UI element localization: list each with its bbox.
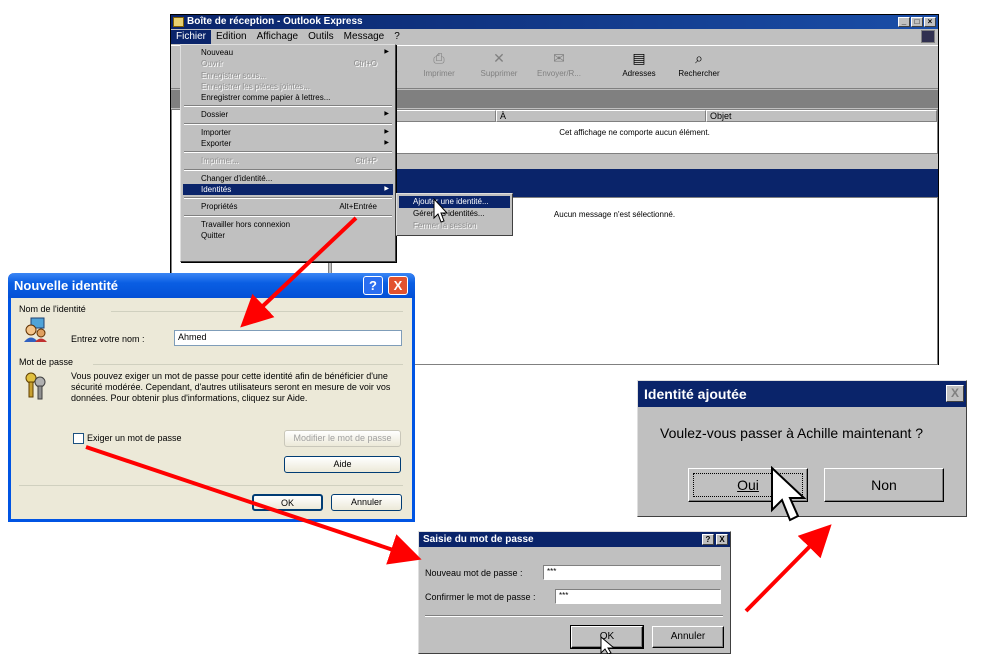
menu-item-fermer-session[interactable]: Fermer la session	[399, 220, 510, 232]
file-menu: Nouveau ▶ Ouvrir Ctrl+O Enregistrer sous..…	[180, 44, 396, 262]
menu-affichage[interactable]: Affichage	[252, 30, 304, 44]
menu-item-identites[interactable]: Identités ▶	[183, 183, 393, 196]
no-button[interactable]: Non	[824, 468, 944, 502]
menu-item-ouvrir[interactable]: Ouvrir Ctrl+O	[183, 58, 393, 69]
menu-message[interactable]: Message	[339, 30, 390, 44]
close-icon[interactable]: X	[716, 534, 728, 545]
arrow-password-to-identity-added	[744, 524, 832, 613]
require-password-checkbox[interactable]	[73, 433, 84, 444]
modify-password-button[interactable]: Modifier le mot de passe	[284, 430, 401, 447]
outlook-window-title: Boîte de réception - Outlook Express	[187, 16, 363, 27]
dialog-divider	[425, 615, 723, 617]
send-receive-button[interactable]: ✉ Envoyer/R...	[529, 50, 589, 78]
outlook-app-icon	[173, 17, 184, 27]
new-identity-dialog: Nouvelle identité ? X Nom de l'identité …	[8, 273, 415, 522]
menu-edition[interactable]: Edition	[211, 30, 252, 44]
password-dialog: Saisie du mot de passe ? X Nouveau mot d…	[418, 531, 731, 654]
confirm-password-label: Confirmer le mot de passe :	[425, 592, 536, 602]
password-group-label: Mot de passe	[19, 357, 74, 367]
new-identity-title-bar: Nouvelle identité ? X	[8, 273, 415, 298]
maximize-icon[interactable]: □	[911, 17, 923, 27]
password-description: Vous pouvez exiger un mot de passe pour …	[71, 371, 391, 403]
cancel-button[interactable]: Annuler	[652, 626, 724, 648]
empty-list-message: Cet affichage ne comporte aucun élément.	[559, 128, 710, 137]
menu-item-importer[interactable]: Importer ▶	[183, 127, 393, 138]
addresses-button[interactable]: ▤ Adresses	[609, 50, 669, 78]
printer-icon: ⎙	[433, 50, 445, 66]
menu-outils[interactable]: Outils	[303, 30, 339, 44]
menu-item-nouveau[interactable]: Nouveau ▶	[183, 47, 393, 58]
menu-item-pieces-jointes[interactable]: Enregistrer les pièces jointes...	[183, 81, 393, 92]
help-button[interactable]: Aide	[284, 456, 401, 473]
delete-button[interactable]: ✕ Supprimer	[469, 50, 529, 78]
find-icon: ⌕	[695, 50, 703, 66]
submenu-arrow-icon: ▶	[384, 140, 389, 147]
password-dialog-title-bar: Saisie du mot de passe ? X	[419, 532, 730, 547]
window-controls: _ □ ×	[898, 17, 936, 27]
group-divider	[111, 311, 403, 312]
windows-logo-icon	[921, 30, 935, 43]
column-to[interactable]: À	[496, 110, 706, 122]
require-password-label[interactable]: Exiger un mot de passe	[87, 433, 182, 444]
delete-icon: ✕	[493, 50, 505, 66]
identity-added-title-bar: Identité ajoutée X	[638, 381, 966, 407]
name-label: Entrez votre nom :	[71, 334, 145, 344]
menu-item-enregistrer-sous[interactable]: Enregistrer sous...	[183, 70, 393, 81]
menu-item-imprimer[interactable]: Imprimer... Ctrl+P	[183, 155, 393, 166]
users-icon	[24, 317, 47, 342]
submenu-arrow-icon: ▶	[384, 185, 389, 192]
menu-bar: Fichier Edition Affichage Outils Message…	[171, 30, 938, 44]
help-icon[interactable]: ?	[363, 276, 383, 295]
mouse-cursor-icon	[433, 198, 449, 223]
help-icon[interactable]: ?	[702, 534, 714, 545]
new-identity-title: Nouvelle identité	[14, 278, 119, 293]
minimize-icon[interactable]: _	[898, 17, 910, 27]
submenu-arrow-icon: ▶	[384, 111, 389, 118]
menu-item-hors-connexion[interactable]: Travailler hors connexion	[183, 219, 393, 230]
menu-item-changer-identite[interactable]: Changer d'identité...	[183, 173, 393, 184]
horizontal-scrollbar[interactable]	[331, 153, 938, 165]
submenu-arrow-icon: ▶	[384, 128, 389, 135]
new-password-input[interactable]: ***	[543, 565, 721, 580]
cancel-button[interactable]: Annuler	[331, 494, 402, 511]
new-password-label: Nouveau mot de passe :	[425, 568, 523, 578]
confirm-password-input[interactable]: ***	[555, 589, 721, 604]
print-button[interactable]: ⎙ Imprimer	[409, 50, 469, 78]
close-icon[interactable]: ×	[924, 17, 936, 27]
menu-fichier[interactable]: Fichier	[171, 30, 212, 44]
mouse-cursor-icon	[600, 636, 616, 654]
send-receive-icon: ✉	[553, 50, 565, 66]
menu-item-proprietes[interactable]: Propriétés Alt+Entrée	[183, 201, 393, 212]
close-icon[interactable]: X	[946, 385, 964, 402]
menu-help[interactable]: ?	[389, 30, 405, 44]
switch-identity-question: Voulez-vous passer à Achille maintenant …	[660, 425, 924, 441]
dialog-divider	[19, 485, 403, 486]
find-button[interactable]: ⌕ Rechercher	[669, 50, 729, 78]
ok-button[interactable]: OK	[252, 494, 323, 511]
keys-icon	[25, 372, 46, 400]
column-subject[interactable]: Objet	[706, 110, 937, 122]
outlook-title-bar: Boîte de réception - Outlook Express _ □…	[171, 15, 938, 29]
name-input[interactable]: Ahmed	[174, 330, 402, 346]
identities-submenu: Ajouter une identité... Gérer les identi…	[396, 193, 513, 236]
identity-added-title: Identité ajoutée	[644, 386, 747, 402]
address-book-icon: ▤	[632, 50, 646, 66]
mouse-cursor-icon	[771, 466, 807, 522]
group-divider	[93, 364, 403, 365]
submenu-arrow-icon: ▶	[384, 49, 389, 55]
menu-item-gerer-identites[interactable]: Gérer les identités...	[399, 208, 510, 220]
menu-item-quitter[interactable]: Quitter	[183, 230, 393, 241]
menu-item-ajouter-identite[interactable]: Ajouter une identité...	[399, 196, 510, 208]
password-dialog-title: Saisie du mot de passe	[423, 534, 534, 545]
menu-item-dossier[interactable]: Dossier ▶	[183, 109, 393, 120]
close-icon[interactable]: X	[388, 276, 408, 295]
menu-item-exporter[interactable]: Exporter ▶	[183, 138, 393, 149]
identity-name-group-label: Nom de l'identité	[19, 304, 86, 314]
menu-item-papier-lettres[interactable]: Enregistrer comme papier à lettres...	[183, 92, 393, 103]
